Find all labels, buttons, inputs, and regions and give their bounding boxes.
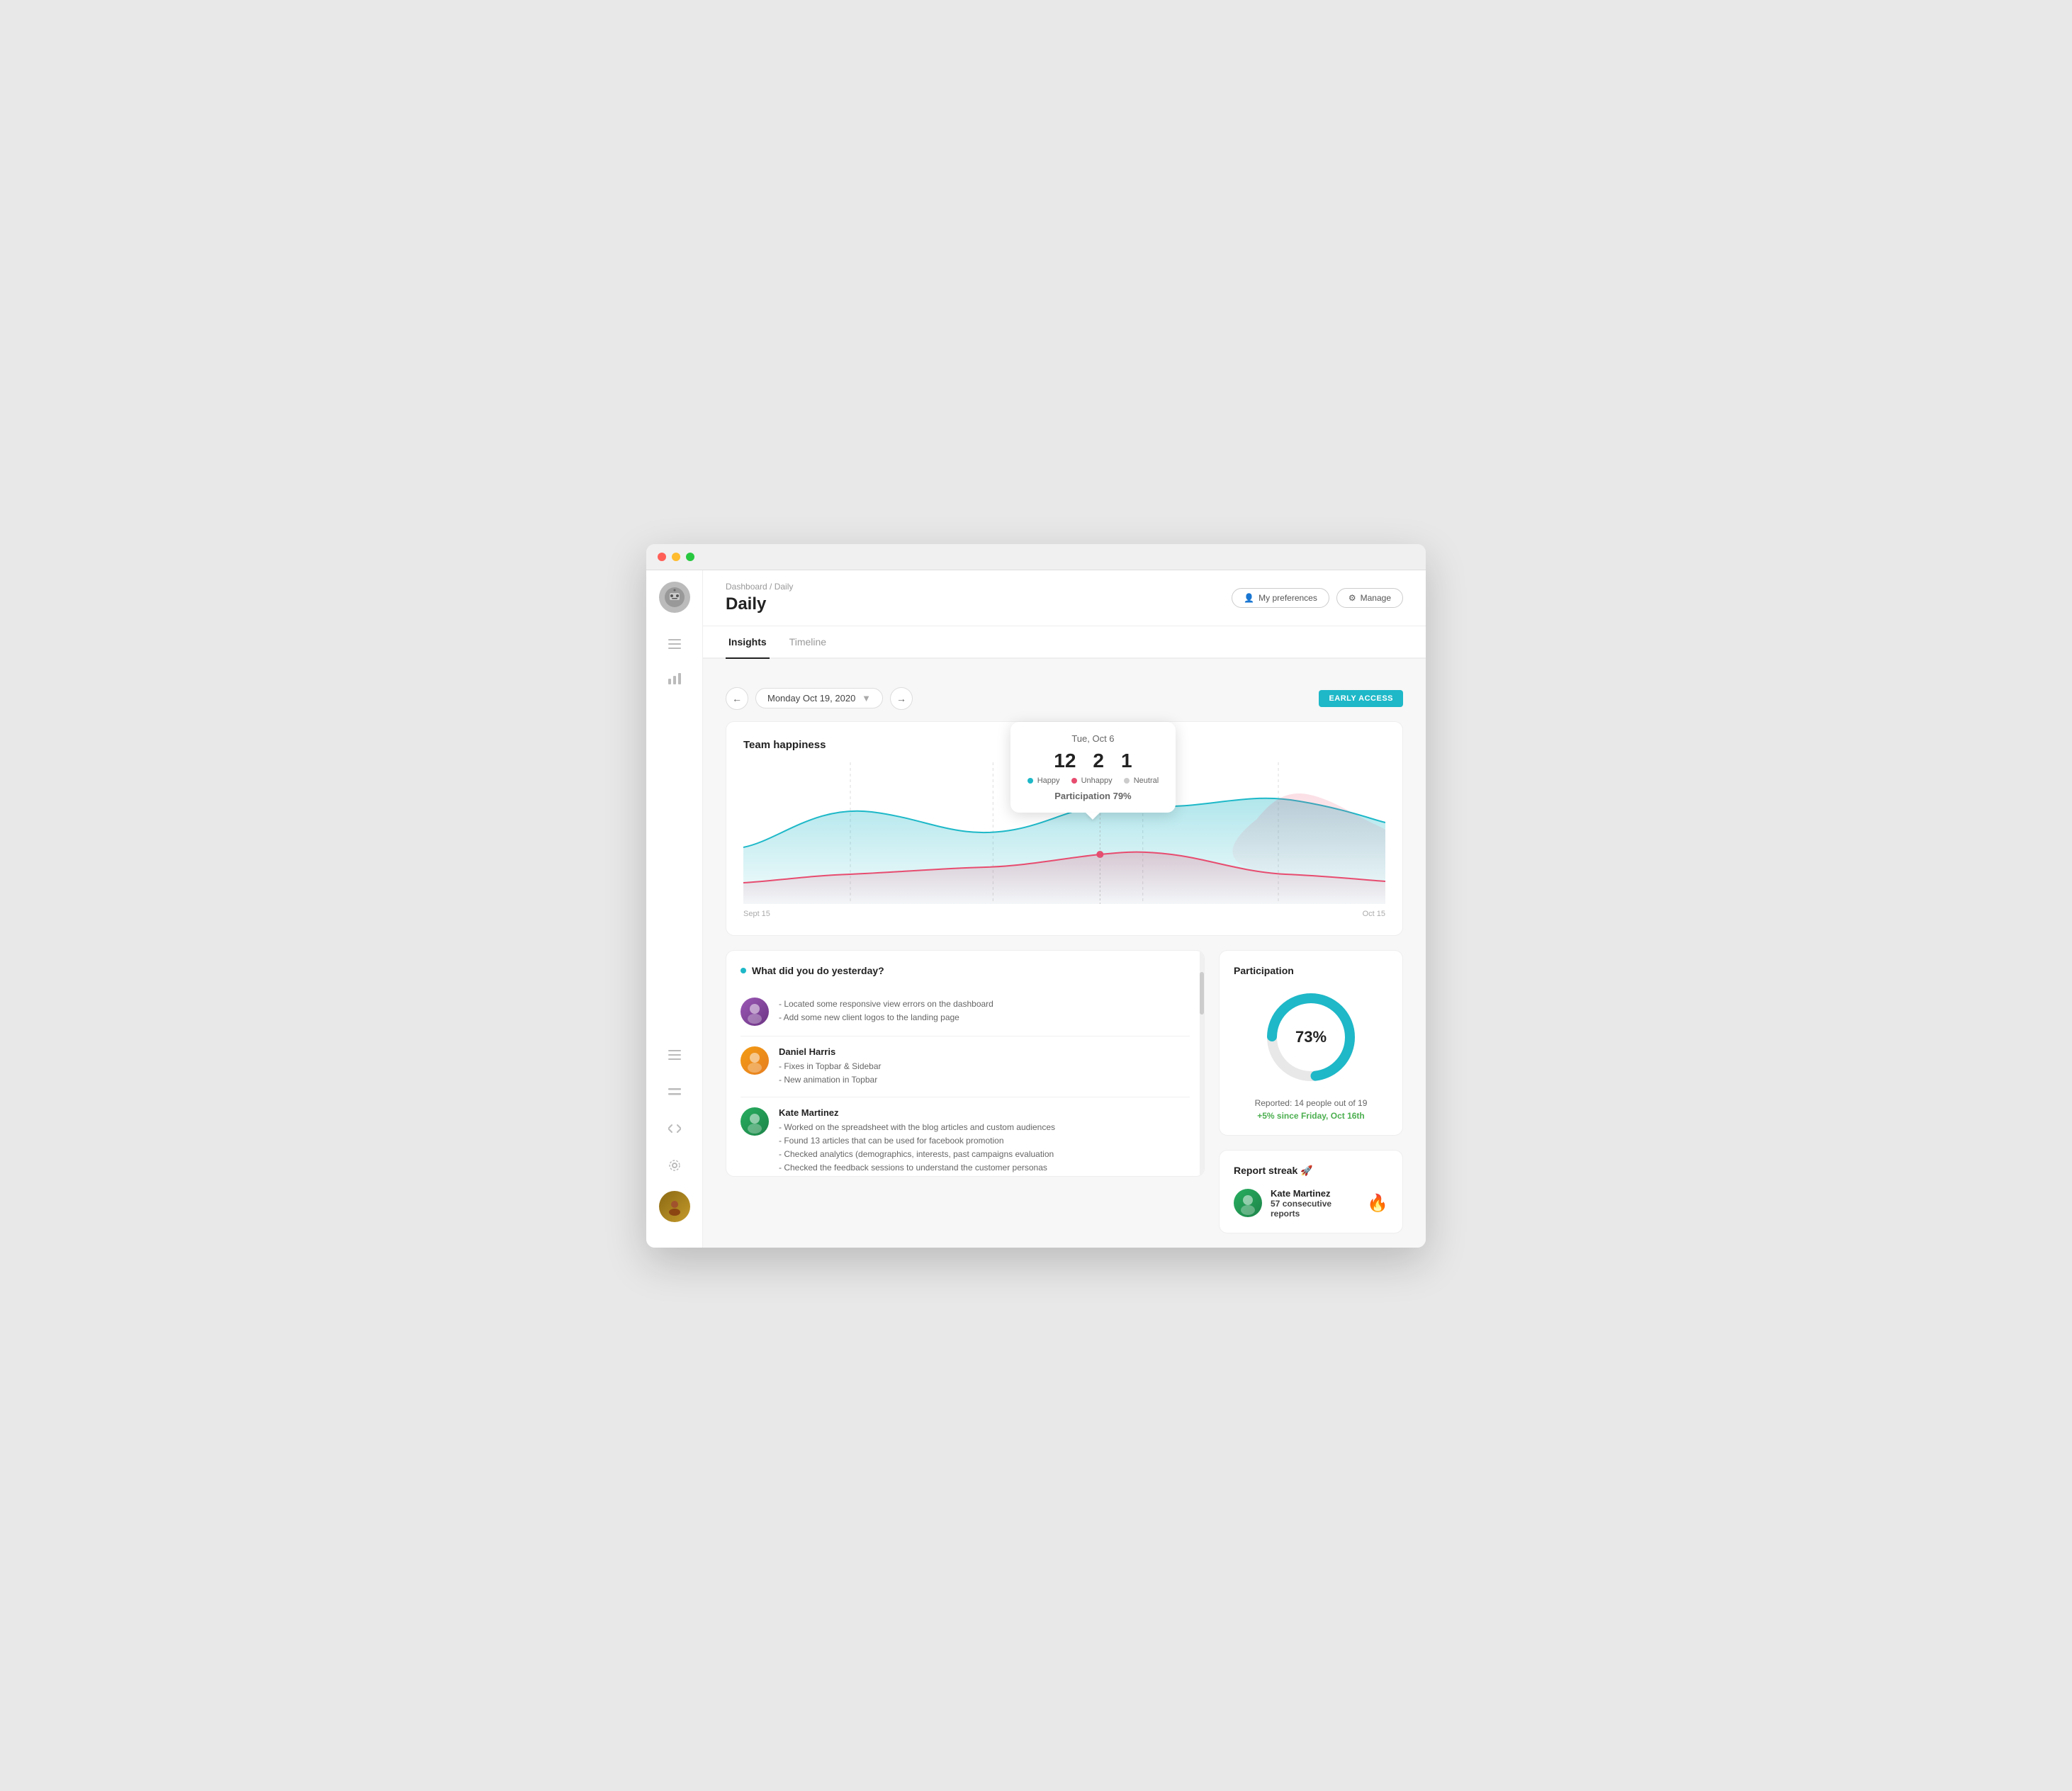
feed-avatar-1	[741, 998, 769, 1026]
date-nav-row: ← Monday Oct 19, 2020 ▼ → EARLY ACCESS	[726, 687, 1403, 710]
tab-timeline[interactable]: Timeline	[787, 626, 829, 659]
date-label: Monday Oct 19, 2020	[767, 693, 855, 704]
feed-card: What did you do yesterday?	[726, 950, 1205, 1177]
right-column: Participation 73%	[1219, 950, 1403, 1233]
date-selector[interactable]: Monday Oct 19, 2020 ▼	[755, 688, 883, 708]
minimize-dot[interactable]	[672, 553, 680, 561]
chart-tooltip: Tue, Oct 6 12 2 1 Happy	[1010, 722, 1176, 813]
streak-person-name: Kate Martinez	[1271, 1188, 1358, 1199]
scrollbar-thumb[interactable]	[1200, 972, 1204, 1015]
feed-avatar-2	[741, 1046, 769, 1075]
tooltip-arrow	[1086, 813, 1100, 820]
participation-change: +5% since Friday, Oct 16th	[1234, 1111, 1388, 1121]
next-date-button[interactable]: →	[890, 687, 913, 710]
feed-item: - Located some responsive view errors on…	[741, 988, 1190, 1036]
tooltip-happy-num: 12	[1054, 750, 1076, 772]
streak-info: Kate Martinez 57 consecutive reports	[1271, 1188, 1358, 1219]
scrollbar-track[interactable]	[1200, 951, 1204, 1176]
donut-percent: 73%	[1295, 1028, 1327, 1046]
titlebar	[646, 544, 1426, 570]
tooltip-numbers: 12 2 1	[1027, 750, 1159, 772]
tooltip-date: Tue, Oct 6	[1027, 733, 1159, 744]
sidebar-equals-icon[interactable]	[660, 1078, 689, 1106]
tab-insights[interactable]: Insights	[726, 626, 770, 659]
feed-title: What did you do yesterday?	[741, 965, 1190, 976]
user-icon: 👤	[1244, 593, 1254, 603]
prev-date-button[interactable]: ←	[726, 687, 748, 710]
unhappy-dot	[1071, 778, 1077, 784]
early-access-button[interactable]: EARLY ACCESS	[1319, 690, 1403, 707]
feed-content-2: Daniel Harris - Fixes in Topbar & Sideba…	[779, 1046, 882, 1087]
app-window: Dashboard / Daily Daily 👤 My preferences…	[646, 544, 1426, 1248]
sidebar-code-icon[interactable]	[660, 1114, 689, 1143]
tooltip-legend: Happy Unhappy Neutral	[1027, 776, 1159, 785]
unhappy-legend-item: Unhappy	[1071, 776, 1113, 785]
chevron-down-icon: ▼	[862, 693, 871, 704]
chart-start-label: Sept 15	[743, 910, 770, 918]
fire-icon: 🔥	[1367, 1193, 1388, 1214]
happy-legend-item: Happy	[1027, 776, 1060, 785]
sidebar	[646, 570, 703, 1248]
feed-item-2: Daniel Harris - Fixes in Topbar & Sideba…	[741, 1036, 1190, 1097]
maximize-dot[interactable]	[686, 553, 694, 561]
close-dot[interactable]	[658, 553, 666, 561]
bottom-grid: What did you do yesterday?	[726, 950, 1403, 1233]
feed-avatar-3	[741, 1107, 769, 1136]
bottom-user-avatar[interactable]	[659, 1191, 690, 1222]
tabs-bar: Insights Timeline	[703, 626, 1426, 659]
streak-count: 57 consecutive reports	[1271, 1199, 1358, 1219]
happy-dot	[1027, 778, 1033, 784]
main-content: Dashboard / Daily Daily 👤 My preferences…	[703, 570, 1426, 1248]
user-avatar[interactable]	[659, 582, 690, 613]
feed-item-3: Kate Martinez - Worked on the spreadshee…	[741, 1097, 1190, 1177]
tooltip-unhappy-num: 2	[1093, 750, 1104, 772]
top-header: Dashboard / Daily Daily 👤 My preferences…	[703, 570, 1426, 626]
participation-reported: Reported: 14 people out of 19	[1234, 1098, 1388, 1108]
donut-chart: 73%	[1261, 988, 1361, 1087]
sidebar-settings-icon[interactable]	[660, 1151, 689, 1180]
sidebar-chart-icon[interactable]	[660, 664, 689, 692]
neutral-dot	[1124, 778, 1130, 784]
streak-item: Kate Martinez 57 consecutive reports 🔥	[1234, 1188, 1388, 1219]
chart-card: Team happiness Tue, Oct 6 12 2 1 Hap	[726, 721, 1403, 936]
tooltip-neutral-num: 1	[1121, 750, 1132, 772]
participation-card: Participation 73%	[1219, 950, 1403, 1136]
feed-content-3: Kate Martinez - Worked on the spreadshee…	[779, 1107, 1055, 1175]
gear-icon: ⚙	[1349, 593, 1356, 603]
chart-end-label: Oct 15	[1363, 910, 1385, 918]
tooltip-participation: Participation 79%	[1027, 791, 1159, 801]
participation-card-title: Participation	[1234, 965, 1388, 976]
sidebar-menu-icon[interactable]	[660, 630, 689, 658]
neutral-legend-item: Neutral	[1124, 776, 1159, 785]
streak-avatar	[1234, 1189, 1262, 1217]
streak-card: Report streak 🚀 Kate Martinez	[1219, 1150, 1403, 1233]
chart-labels: Sept 15 Oct 15	[743, 910, 1385, 918]
manage-button[interactable]: ⚙ Manage	[1336, 588, 1403, 608]
sidebar-list-icon[interactable]	[660, 1041, 689, 1069]
streak-title: Report streak 🚀	[1234, 1165, 1388, 1177]
my-preferences-button[interactable]: 👤 My preferences	[1232, 588, 1329, 608]
feed-content-1: - Located some responsive view errors on…	[779, 998, 993, 1026]
feed-title-dot	[741, 968, 746, 973]
